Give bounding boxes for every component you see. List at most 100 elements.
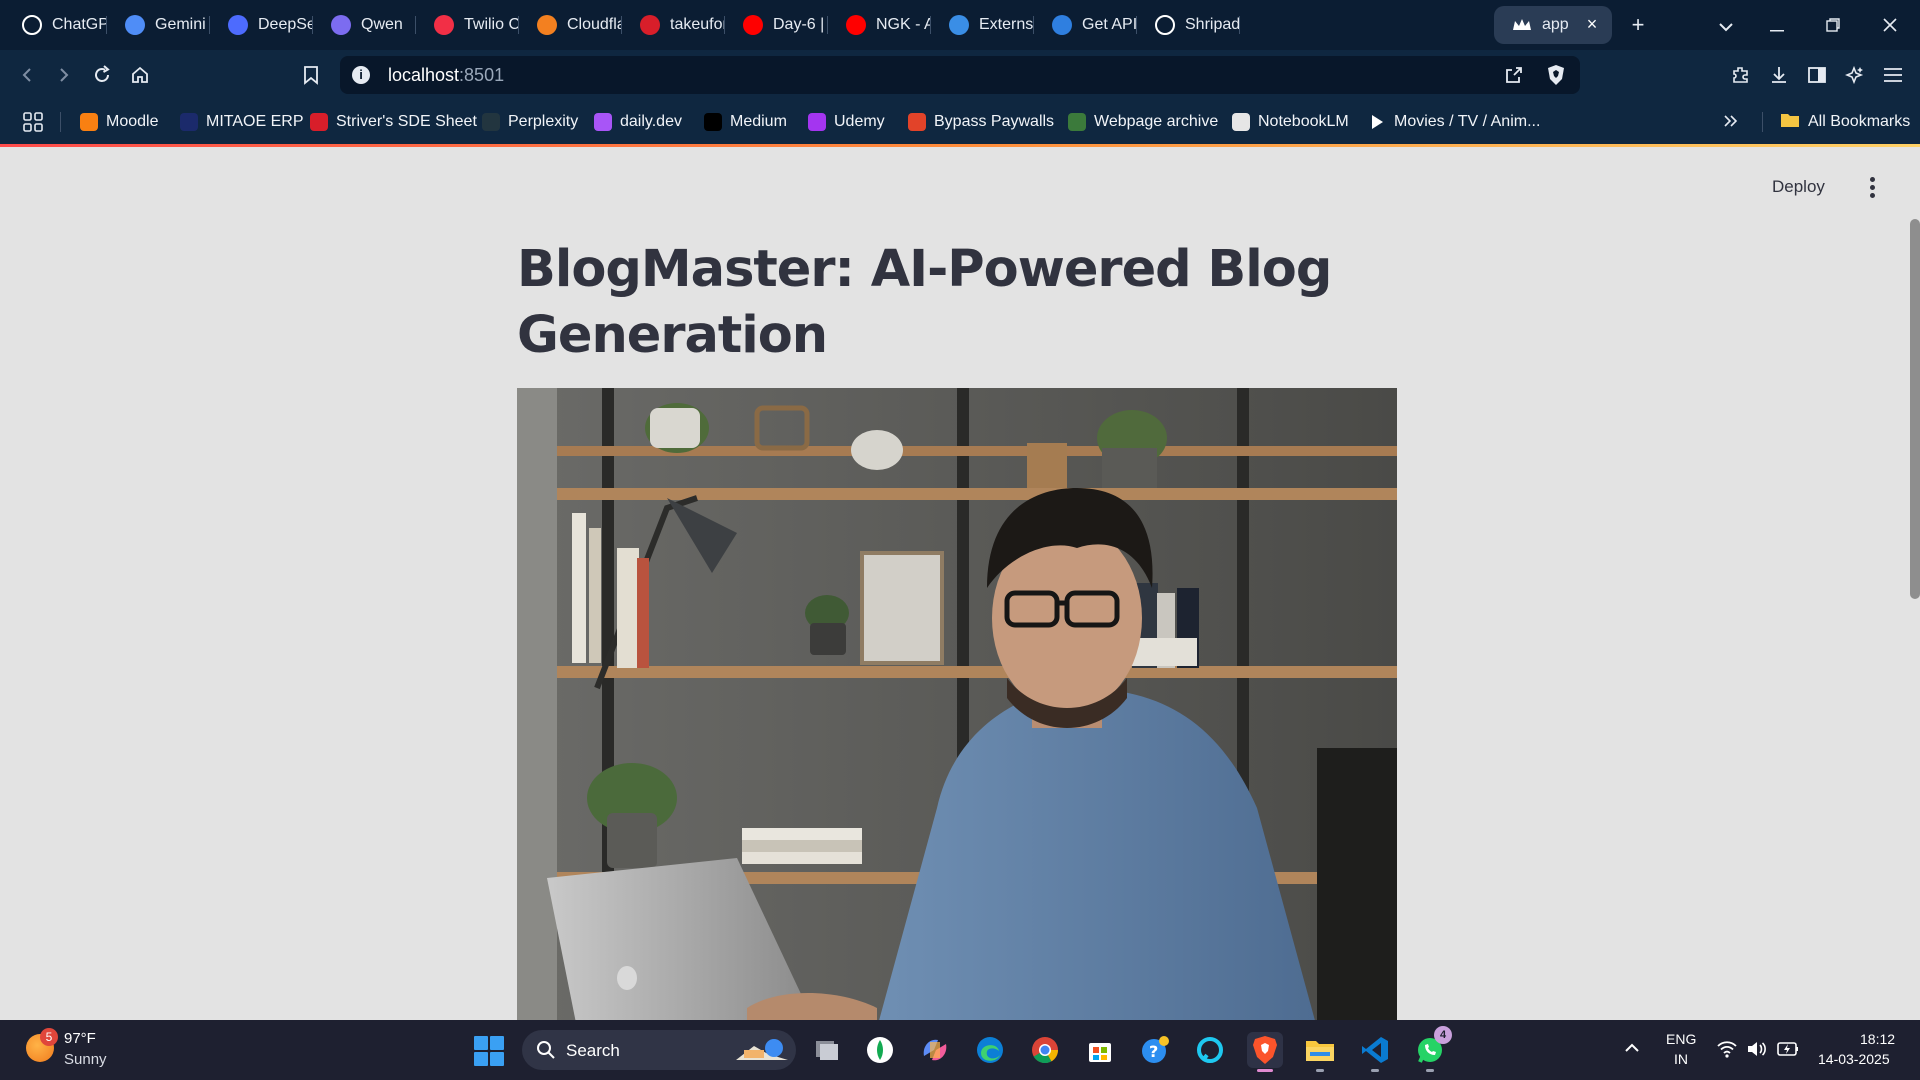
address-bar[interactable]: i localhost:8501 xyxy=(340,56,1580,94)
alexa-icon[interactable] xyxy=(1192,1032,1228,1068)
clock-time[interactable]: 18:12 xyxy=(1860,1031,1895,1047)
bookmarks-divider-right xyxy=(1762,112,1763,132)
input-language[interactable]: ENG xyxy=(1666,1031,1696,1047)
windows-start-icon[interactable] xyxy=(474,1036,504,1066)
tab-label: takeuforw xyxy=(670,16,725,33)
extensions-icon[interactable] xyxy=(1728,62,1754,88)
volume-icon[interactable] xyxy=(1746,1038,1768,1060)
leo-ai-icon[interactable] xyxy=(1842,62,1868,88)
gemini-icon xyxy=(125,15,145,35)
windows-taskbar: 5 97°F Sunny Search ? 4 ENG IN 18:12 14-… xyxy=(0,1020,1920,1080)
tab-label: app xyxy=(1542,16,1569,33)
search-label: Search xyxy=(566,1041,620,1060)
bookmark-page-icon[interactable] xyxy=(298,62,324,88)
sidebar-toggle-icon[interactable] xyxy=(1804,62,1830,88)
bookmark-item[interactable]: Perplexity xyxy=(482,110,578,134)
mongodb-icon[interactable] xyxy=(862,1032,898,1068)
main-menu-kebab-icon[interactable] xyxy=(1862,175,1882,199)
brave-shields-icon[interactable] xyxy=(1546,64,1566,91)
browser-tab[interactable]: Externshi xyxy=(931,6,1034,44)
browser-tab[interactable]: Day-6 | Te xyxy=(725,6,828,44)
help-tips-icon[interactable]: ? xyxy=(1137,1032,1173,1068)
all-bookmarks-button[interactable]: All Bookmarks xyxy=(1780,110,1910,134)
more-bookmarks-chevron-icon[interactable] xyxy=(1722,112,1740,135)
browser-tab[interactable]: Shripad7 xyxy=(1137,6,1240,44)
input-region[interactable]: IN xyxy=(1674,1051,1688,1067)
chrome-icon[interactable] xyxy=(1027,1032,1063,1068)
new-tab-button[interactable]: + xyxy=(1625,12,1651,38)
bookmark-item[interactable]: Moodle xyxy=(80,110,158,134)
tab-close-icon[interactable]: × xyxy=(1582,14,1602,34)
bookmark-label: Udemy xyxy=(834,113,885,130)
deploy-button[interactable]: Deploy xyxy=(1772,177,1825,197)
bookmark-label: Moodle xyxy=(106,113,159,130)
browser-tab[interactable]: Twilio Co xyxy=(416,6,519,44)
tab-label: Cloudflar xyxy=(567,16,622,33)
close-window-button[interactable] xyxy=(1877,12,1903,38)
address-host: localhost xyxy=(388,65,460,85)
tab-label: Twilio Co xyxy=(464,16,519,33)
bookmark-item[interactable]: Bypass Paywalls xyxy=(908,110,1054,134)
browser-tab[interactable]: takeuforw xyxy=(622,6,725,44)
minimize-button[interactable] xyxy=(1764,12,1790,38)
menu-hamburger-icon[interactable] xyxy=(1880,62,1906,88)
weather-condition: Sunny xyxy=(64,1051,107,1068)
tab-label: Day-6 | Te xyxy=(773,16,828,33)
bookmark-item[interactable]: Striver's SDE Sheet xyxy=(310,110,477,134)
bookmark-item[interactable]: NotebookLM xyxy=(1232,110,1349,134)
copilot-icon[interactable] xyxy=(917,1032,953,1068)
gitlab-icon xyxy=(908,113,926,131)
vscode-icon[interactable] xyxy=(1357,1032,1393,1072)
wifi-icon[interactable] xyxy=(1716,1038,1738,1060)
downloads-icon[interactable] xyxy=(1766,62,1792,88)
share-icon[interactable] xyxy=(1504,65,1524,90)
browser-tab[interactable]: Gemini xyxy=(107,6,210,44)
tab-search-chevron-icon[interactable] xyxy=(1713,12,1739,38)
whatsapp-icon[interactable]: 4 xyxy=(1412,1026,1452,1072)
browser-tab[interactable]: DeepSeek xyxy=(210,6,313,44)
browser-tab[interactable]: NGK - An xyxy=(828,6,931,44)
page-scrollbar[interactable] xyxy=(1910,219,1920,599)
tab-label: Gemini xyxy=(155,16,206,33)
browser-tab[interactable]: Cloudflar xyxy=(519,6,622,44)
site-info-icon[interactable]: i xyxy=(352,66,370,84)
battery-charging-icon[interactable] xyxy=(1776,1038,1798,1060)
moodle-icon xyxy=(80,113,98,131)
browser-tab[interactable]: Qwen xyxy=(313,6,416,44)
bookmark-item[interactable]: daily.dev xyxy=(594,110,682,134)
edge-browser-icon[interactable] xyxy=(972,1032,1008,1068)
whatsapp-badge: 4 xyxy=(1434,1026,1452,1044)
back-arrow-icon[interactable] xyxy=(14,62,40,88)
bookmark-item[interactable]: Webpage archive xyxy=(1068,110,1218,134)
forward-arrow-icon[interactable] xyxy=(51,62,77,88)
file-explorer-icon[interactable] xyxy=(1302,1032,1338,1072)
restore-button[interactable] xyxy=(1820,12,1846,38)
bookmark-item[interactable]: Udemy xyxy=(808,110,885,134)
taskbar-search-box[interactable]: Search xyxy=(522,1030,796,1070)
tab-label: Shripad7 xyxy=(1185,16,1240,33)
tab-active-app[interactable]: app × xyxy=(1494,6,1612,44)
archive-icon xyxy=(1068,113,1086,131)
address-url: localhost:8501 xyxy=(388,65,504,86)
tab-label: DeepSeek xyxy=(258,16,313,33)
folder-icon xyxy=(1780,111,1800,134)
apps-grid-icon[interactable] xyxy=(22,111,44,138)
reload-icon[interactable] xyxy=(89,62,115,88)
youtube-icon xyxy=(846,15,866,35)
bookmark-label: Bypass Paywalls xyxy=(934,113,1055,130)
bookmark-item[interactable]: Movies / TV / Anim... xyxy=(1368,110,1540,134)
home-icon[interactable] xyxy=(127,62,153,88)
bookmark-item[interactable]: MITAOE ERP xyxy=(180,110,304,134)
qwen-icon xyxy=(331,15,351,35)
browser-tab[interactable]: ChatGPT xyxy=(4,6,107,44)
clock-date[interactable]: 14-03-2025 xyxy=(1818,1051,1890,1067)
browser-tab[interactable]: Get API k xyxy=(1034,6,1137,44)
task-view-icon[interactable] xyxy=(808,1032,844,1068)
weather-badge: 5 xyxy=(40,1028,58,1046)
github-icon xyxy=(1155,15,1175,35)
tray-overflow-chevron-icon[interactable] xyxy=(1622,1038,1642,1058)
tab-label: NGK - An xyxy=(876,16,931,33)
microsoft-store-icon[interactable] xyxy=(1082,1032,1118,1068)
brave-browser-icon[interactable] xyxy=(1247,1032,1283,1072)
bookmark-item[interactable]: Medium xyxy=(704,110,787,134)
